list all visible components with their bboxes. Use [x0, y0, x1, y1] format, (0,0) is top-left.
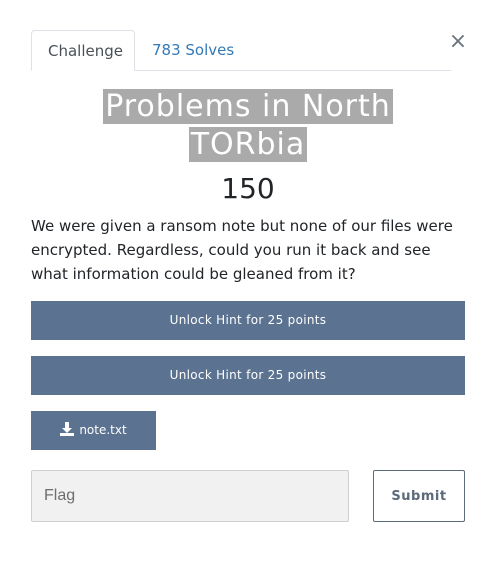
submit-button[interactable]: Submit	[373, 470, 465, 522]
download-file-button[interactable]: note.txt	[31, 411, 156, 450]
tab-solves[interactable]: 783 Solves	[136, 30, 250, 71]
unlock-hint-button[interactable]: Unlock Hint for 25 points	[31, 301, 465, 340]
unlock-hint-button[interactable]: Unlock Hint for 25 points	[31, 356, 465, 395]
challenge-tabs: Challenge 783 Solves	[31, 30, 451, 71]
close-icon[interactable]: ×	[448, 30, 468, 54]
challenge-modal: × Challenge 783 Solves Problems in North…	[0, 0, 496, 567]
challenge-title-line-1: Problems in North	[103, 89, 393, 124]
challenge-points: 150	[221, 172, 275, 205]
tab-challenge[interactable]: Challenge	[31, 30, 135, 71]
challenge-title-line-2: TORbia	[188, 127, 308, 162]
download-icon	[60, 421, 75, 436]
challenge-title: Problems in North TORbia	[0, 88, 496, 164]
file-name-label: note.txt	[79, 423, 127, 437]
flag-input[interactable]	[31, 470, 349, 522]
challenge-description: We were given a ransom note but none of …	[31, 217, 453, 283]
